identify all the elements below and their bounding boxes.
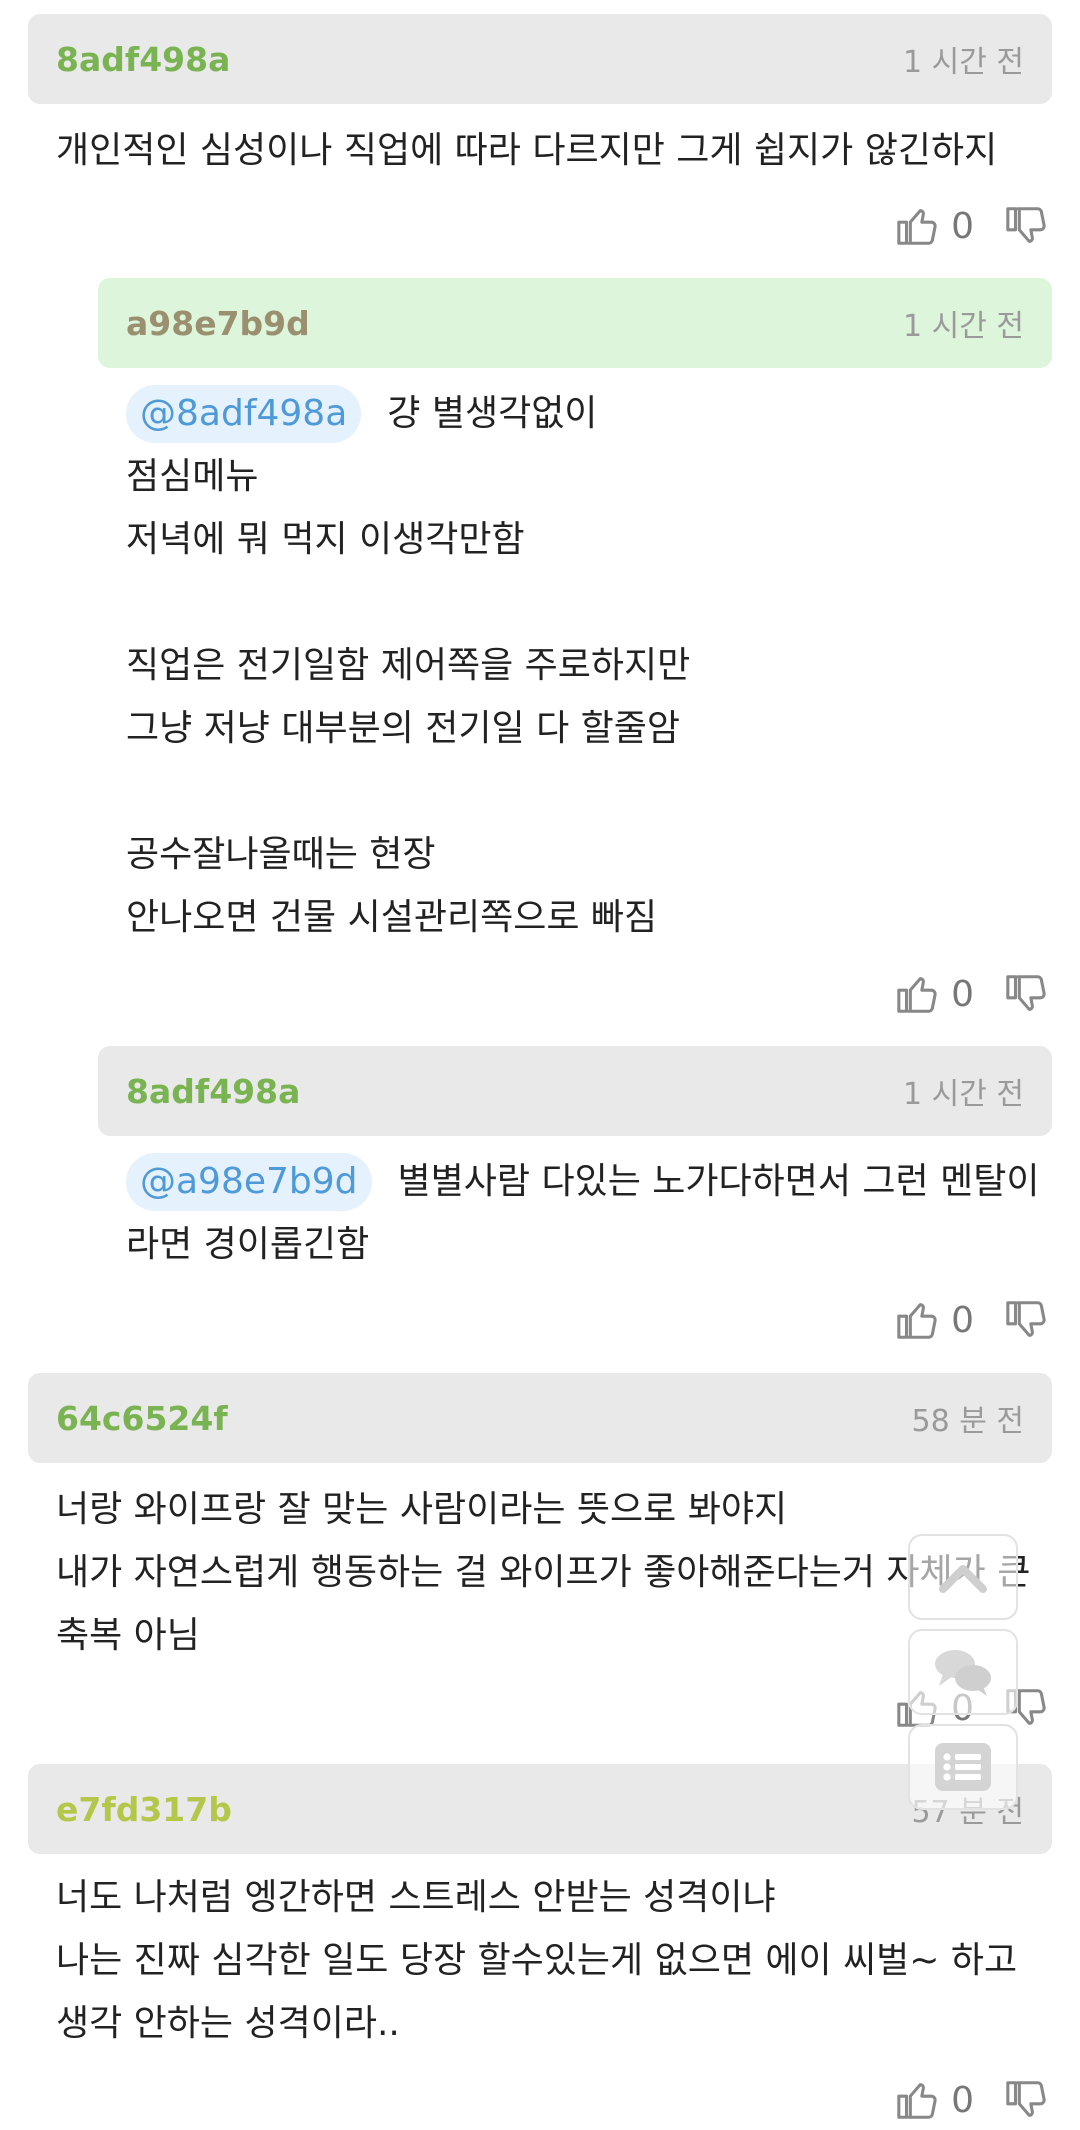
comment-line: 직업은 전기일함 제어쪽을 주로하지만	[126, 645, 691, 686]
comment-time: 58 분 전	[911, 1404, 1024, 1439]
comment-header: e7fd317b 57 분 전	[28, 1764, 1052, 1854]
comment-header: 8adf498a 1 시간 전	[98, 1046, 1052, 1136]
like-count: 0	[951, 1299, 974, 1341]
mention-tag[interactable]: @a98e7b9d	[126, 1153, 372, 1211]
comment-body: 개인적인 심성이나 직업에 따라 다르지만 그게 쉽지가 않긴하지	[56, 119, 997, 182]
comment-line: 걍 별생각없이	[387, 393, 598, 434]
comment-line: 점심메뉴	[126, 456, 259, 497]
comment-author[interactable]: 64c6524f	[56, 1399, 228, 1438]
comment-line	[126, 571, 690, 634]
scroll-top-button[interactable]	[908, 1534, 1018, 1620]
comment-author[interactable]: 8adf498a	[126, 1072, 300, 1111]
comment-header: 8adf498a 1 시간 전	[28, 14, 1052, 104]
comment-line: 너도 나처럼 엥간하면 스트레스 안받는 성격이냐	[56, 1877, 776, 1918]
like-count: 0	[951, 973, 974, 1015]
thumbs-down-icon[interactable]	[1004, 1297, 1050, 1343]
thumbs-down-icon[interactable]	[1004, 971, 1050, 1017]
list-button[interactable]	[908, 1724, 1018, 1810]
like-count: 0	[951, 2079, 974, 2121]
comment-body: @8adf498a 걍 별생각없이 점심메뉴 저녁에 뭐 먹지 이생각만함 직업은…	[126, 382, 690, 949]
comment-line: 축복 아님	[56, 1615, 200, 1656]
vote-bar: 0	[895, 1290, 1050, 1350]
thumbs-up-icon[interactable]	[895, 2077, 941, 2123]
comment-header: a98e7b9d 1 시간 전	[98, 278, 1052, 368]
comments-icon	[935, 1650, 991, 1696]
comment-line: 개인적인 심성이나 직업에 따라 다르지만 그게 쉽지가 않긴하지	[56, 130, 998, 171]
comment-body: @a98e7b9d 별별사람 다있는 노가다하면서 그런 멘탈이 라면 경이롭긴함	[126, 1150, 1039, 1276]
thumbs-down-icon[interactable]	[1004, 203, 1050, 249]
vote-bar: 0	[895, 2070, 1050, 2130]
comment-body: 너랑 와이프랑 잘 맞는 사람이라는 뜻으로 봐야지 내가 자연스럽게 행동하는…	[56, 1478, 1030, 1667]
vote-bar: 0	[895, 196, 1050, 256]
thumbs-up-icon[interactable]	[895, 971, 941, 1017]
comment-body: 너도 나처럼 엥간하면 스트레스 안받는 성격이냐 나는 진짜 심각한 일도 당…	[56, 1866, 1017, 2055]
thumbs-up-icon[interactable]	[895, 1297, 941, 1343]
comment-header: 64c6524f 58 분 전	[28, 1373, 1052, 1463]
comment-time: 1 시간 전	[903, 45, 1024, 80]
comment-time: 1 시간 전	[903, 309, 1024, 344]
list-icon	[935, 1743, 991, 1791]
comment-author[interactable]: e7fd317b	[56, 1790, 232, 1829]
comment-line: 너랑 와이프랑 잘 맞는 사람이라는 뜻으로 봐야지	[56, 1489, 788, 1530]
vote-bar: 0	[895, 964, 1050, 1024]
comment-time: 1 시간 전	[903, 1077, 1024, 1112]
comment-line	[126, 760, 690, 823]
comment-line: 안나오면 건물 시설관리쪽으로 빠짐	[126, 897, 658, 938]
comments-button[interactable]	[908, 1629, 1018, 1715]
like-count: 0	[951, 205, 974, 247]
scroll-top-icon	[939, 1565, 987, 1593]
comment-line: 생각 안하는 성격이라..	[56, 2003, 400, 2044]
comment-line: 저녁에 뭐 먹지 이생각만함	[126, 519, 525, 560]
comment-line: 라면 경이롭긴함	[126, 1224, 370, 1265]
comment-line: 나는 진짜 심각한 일도 당장 할수있는게 없으면 에이 씨벌~ 하고	[56, 1940, 1018, 1981]
thumbs-down-icon[interactable]	[1004, 2077, 1050, 2123]
mention-tag[interactable]: @8adf498a	[126, 385, 362, 443]
comment-line: 공수잘나올때는 현장	[126, 834, 436, 875]
comment-line: 그냥 저냥 대부분의 전기일 다 할줄암	[126, 708, 681, 749]
comment-line: 별별사람 다있는 노가다하면서 그런 멘탈이	[397, 1161, 1040, 1202]
comment-author[interactable]: 8adf498a	[56, 40, 230, 79]
thumbs-up-icon[interactable]	[895, 203, 941, 249]
comment-author[interactable]: a98e7b9d	[126, 304, 310, 343]
comment-line: 내가 자연스럽게 행동하는 걸 와이프가 좋아해준다는거 자체가 큰	[56, 1552, 1031, 1593]
